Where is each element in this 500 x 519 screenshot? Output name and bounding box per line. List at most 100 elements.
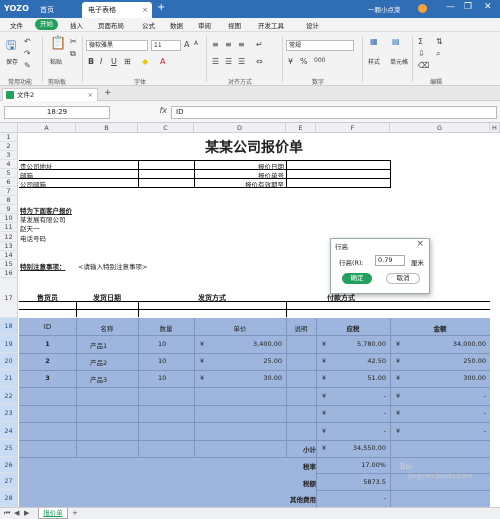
table-cell-id[interactable]: 2 bbox=[19, 357, 76, 365]
sheet-title[interactable]: 某某公司报价单 bbox=[18, 137, 490, 157]
row-header[interactable]: 20 bbox=[0, 353, 18, 370]
column-header-h[interactable]: H bbox=[490, 123, 500, 133]
table-header-tax[interactable]: 应税 bbox=[316, 323, 390, 333]
bold-icon[interactable]: B bbox=[88, 57, 94, 66]
summary-currency[interactable]: ¥ bbox=[322, 444, 326, 452]
customer-name[interactable]: 赵天一 bbox=[20, 223, 40, 233]
cells-icon[interactable]: ▤ bbox=[392, 37, 400, 46]
row-header[interactable]: 14 bbox=[0, 251, 18, 260]
table-cell-name[interactable]: 产品3 bbox=[90, 374, 107, 384]
table-cell-amount[interactable]: 34,000.00 bbox=[410, 340, 486, 348]
row-header[interactable]: 25 bbox=[0, 440, 18, 457]
fill-color-icon[interactable]: ◆ bbox=[142, 57, 148, 66]
cut-icon[interactable]: ✂ bbox=[70, 37, 77, 46]
table-cell-price[interactable]: 3,400.00 bbox=[230, 340, 282, 348]
select-all-corner[interactable] bbox=[0, 123, 18, 133]
tax-amount-label[interactable]: 税额 bbox=[286, 478, 316, 488]
find-icon[interactable]: ⌕ bbox=[436, 49, 440, 59]
table-header-price[interactable]: 单价 bbox=[194, 323, 286, 333]
table-cell-currency[interactable]: ¥ bbox=[396, 427, 400, 435]
menu-review[interactable]: 审阅 bbox=[198, 20, 211, 30]
font-size-select[interactable]: 11 bbox=[151, 40, 181, 51]
other-fees-label[interactable]: 其他费用 bbox=[272, 494, 316, 504]
row-header[interactable]: 22 bbox=[0, 387, 18, 405]
row-height-input[interactable]: 0.79 bbox=[375, 255, 405, 266]
table-cell-currency[interactable]: ¥ bbox=[322, 357, 326, 365]
table-cell-currency[interactable]: ¥ bbox=[322, 340, 326, 348]
table-cell-currency[interactable]: ¥ bbox=[396, 392, 400, 400]
column-header-a[interactable]: A bbox=[18, 123, 76, 133]
row-header[interactable]: 19 bbox=[0, 335, 18, 353]
style-button[interactable]: 样式 bbox=[368, 57, 380, 66]
row-header[interactable]: 17 bbox=[0, 278, 18, 318]
column-header-g[interactable]: G bbox=[390, 123, 490, 133]
table-cell-currency[interactable]: ¥ bbox=[396, 374, 400, 382]
table-cell-tax[interactable]: 5,780.00 bbox=[330, 340, 386, 348]
column-header-d[interactable]: D bbox=[194, 123, 286, 133]
paste-icon[interactable]: 📋 bbox=[50, 36, 66, 51]
row-header[interactable]: 21 bbox=[0, 370, 18, 387]
align-middle-icon[interactable]: ≡ bbox=[225, 40, 232, 49]
spreadsheet-grid[interactable]: A B C D E F G H 1 2 3 4 5 6 7 8 9 10 11 … bbox=[0, 123, 500, 507]
table-cell-name[interactable]: 产品1 bbox=[90, 340, 107, 350]
menu-formula[interactable]: 公式 bbox=[142, 20, 155, 30]
font-name-select[interactable]: 微软雅黑 bbox=[86, 40, 148, 51]
ship-method-header[interactable]: 发货方式 bbox=[138, 293, 286, 303]
format-painter-icon[interactable]: ✎ bbox=[24, 61, 31, 70]
table-header-note[interactable]: 说明 bbox=[286, 323, 316, 333]
table-cell-tax[interactable]: - bbox=[330, 392, 386, 400]
menu-developer[interactable]: 开发工具 bbox=[258, 20, 284, 30]
column-header-c[interactable]: C bbox=[138, 123, 194, 133]
table-cell-qty[interactable]: 10 bbox=[158, 340, 166, 348]
align-right-icon[interactable]: ☰ bbox=[238, 57, 245, 66]
row-header[interactable]: 15 bbox=[0, 260, 18, 269]
close-icon[interactable]: × bbox=[88, 89, 93, 101]
tab-home[interactable]: 首页 bbox=[34, 2, 60, 18]
menu-page-layout[interactable]: 页面布局 bbox=[98, 20, 124, 30]
restore-button[interactable]: ❐ bbox=[464, 2, 472, 12]
table-header-qty[interactable]: 数量 bbox=[138, 323, 194, 333]
table-cell-id[interactable]: 1 bbox=[19, 340, 76, 348]
tab-spreadsheet[interactable]: 电子表格 × bbox=[82, 2, 152, 18]
menu-file[interactable]: 文件 bbox=[10, 20, 23, 30]
grow-font-icon[interactable]: A bbox=[184, 40, 189, 49]
next-sheet-icon[interactable]: ▶ bbox=[24, 509, 29, 517]
minimize-button[interactable]: — bbox=[446, 2, 455, 12]
style-icon[interactable]: ▦ bbox=[370, 37, 378, 46]
save-button[interactable]: 保存 bbox=[6, 57, 18, 66]
quote-valid-label[interactable]: 报价有效期至 bbox=[200, 179, 284, 189]
new-doc-icon[interactable]: + bbox=[104, 88, 112, 98]
paste-button[interactable]: 粘贴 bbox=[50, 57, 62, 66]
align-bottom-icon[interactable]: ≡ bbox=[238, 40, 245, 49]
table-cell-currency[interactable]: ¥ bbox=[322, 409, 326, 417]
cells-button[interactable]: 单元格 bbox=[390, 57, 408, 66]
company-email-label[interactable]: 公司邮箱 bbox=[20, 179, 46, 189]
row-header[interactable]: 18 bbox=[0, 318, 18, 335]
underline-icon[interactable]: U bbox=[111, 57, 117, 66]
row-header[interactable]: 10 bbox=[0, 214, 18, 223]
copy-icon[interactable]: ⧉ bbox=[70, 49, 76, 59]
border-icon[interactable]: ⊞ bbox=[124, 57, 131, 66]
subtotal-value[interactable]: 34,550.00 bbox=[330, 444, 386, 452]
row-header[interactable]: 13 bbox=[0, 242, 18, 251]
menu-design[interactable]: 设计 bbox=[306, 20, 319, 30]
align-center-icon[interactable]: ☰ bbox=[225, 57, 232, 66]
first-sheet-icon[interactable]: ⏮ bbox=[4, 509, 10, 518]
row-header[interactable]: 16 bbox=[0, 269, 18, 278]
table-cell-currency[interactable]: ¥ bbox=[200, 374, 204, 382]
row-header[interactable]: 8 bbox=[0, 196, 18, 205]
table-cell-tax[interactable]: - bbox=[330, 409, 386, 417]
row-header[interactable]: 9 bbox=[0, 205, 18, 214]
row-header[interactable]: 27 bbox=[0, 473, 18, 490]
customer-phone[interactable]: 电话号码 bbox=[20, 233, 46, 243]
menu-view[interactable]: 视图 bbox=[228, 20, 241, 30]
row-header[interactable]: 2 bbox=[0, 142, 18, 151]
sort-icon[interactable]: ⇅ bbox=[436, 37, 443, 46]
table-cell-currency[interactable]: ¥ bbox=[396, 340, 400, 348]
table-cell-currency[interactable]: ¥ bbox=[200, 340, 204, 348]
column-header-e[interactable]: E bbox=[286, 123, 316, 133]
table-cell-currency[interactable]: ¥ bbox=[396, 357, 400, 365]
column-header-b[interactable]: B bbox=[76, 123, 138, 133]
table-cell-amount[interactable]: - bbox=[410, 409, 486, 417]
close-icon[interactable]: × bbox=[142, 2, 148, 18]
